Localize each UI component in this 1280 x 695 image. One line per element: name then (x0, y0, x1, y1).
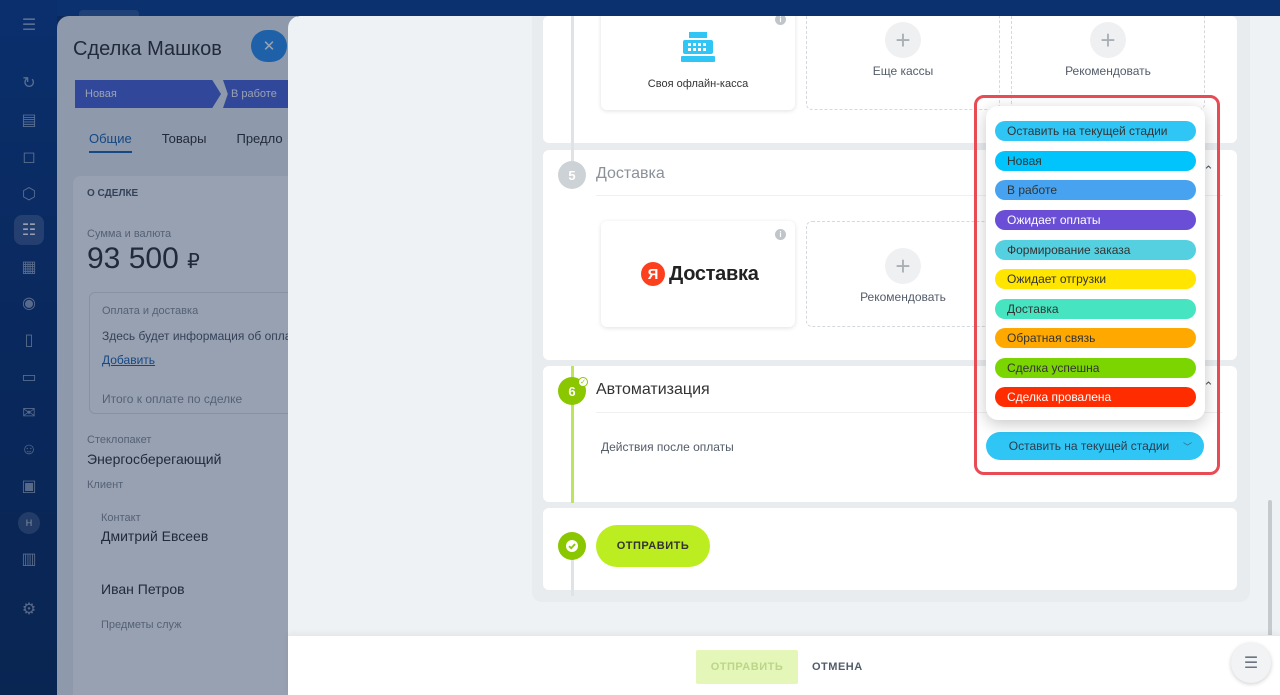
step-number-5: 5 (558, 161, 586, 189)
automation-title: Автоматизация (596, 381, 710, 398)
plus-icon: + (885, 248, 921, 284)
user-badge-icon[interactable]: Н (14, 508, 44, 538)
package-value: Энергосберегающий (87, 451, 222, 467)
app-sidebar: ☰ ↻ ▤ ◻ ⬡ ☷ ▦ ◉ ▯ ▭ ✉ ☺ ▣ Н ▥ ⚙ (0, 0, 57, 695)
plus-icon: + (1090, 22, 1126, 58)
activity-icon[interactable]: ↻ (14, 68, 44, 98)
timeline-line (571, 16, 574, 166)
yandex-delivery-tile[interactable]: i Я Доставка (601, 221, 795, 327)
scrollbar[interactable] (1268, 500, 1272, 640)
add-link[interactable]: Добавить (102, 353, 155, 367)
send-button[interactable]: ОТПРАВИТЬ (596, 525, 710, 567)
card-icon[interactable]: ▭ (14, 362, 44, 392)
more-label: Предметы служ (101, 619, 182, 631)
highlight-frame (974, 95, 1220, 475)
client-label: Клиент (87, 479, 124, 491)
footer-cancel-button[interactable]: ОТМЕНА (808, 650, 867, 684)
user-initial: Н (18, 512, 40, 534)
more-kassy-tile[interactable]: + Еще кассы (806, 16, 1000, 110)
recommend-delivery-tile[interactable]: + Рекомендовать (806, 221, 1000, 327)
calendar-icon[interactable]: ▦ (14, 252, 44, 282)
amount-number: 93 500 (87, 242, 179, 275)
plus-icon: + (885, 22, 921, 58)
contact-2[interactable]: Иван Петров (101, 581, 185, 597)
deal-title: Сделка Машков (73, 38, 222, 60)
chat-icon[interactable]: ◻ (14, 142, 44, 172)
deal-info-panel: О СДЕЛКЕ Сумма и валюта 93 500 ₽ Оплата … (73, 176, 297, 695)
payment-text: Здесь будет информация об опла (102, 329, 292, 343)
close-icon[interactable]: ✕ (251, 30, 287, 62)
menu-lines-icon[interactable]: ☰ (1231, 643, 1271, 683)
recommend-delivery-label: Рекомендовать (860, 290, 946, 304)
contacts-icon[interactable]: ☺ (14, 435, 44, 465)
contact-label: Контакт (101, 512, 141, 524)
currency-symbol: ₽ (187, 251, 200, 273)
send-card: ОТПРАВИТЬ (543, 508, 1237, 590)
check-circle-icon (558, 532, 586, 560)
own-kassa-tile[interactable]: i Своя офлайн-касса (601, 16, 795, 110)
payment-box: Оплата и доставка Здесь будет информация… (89, 292, 297, 414)
crm-funnel-icon[interactable]: ☷ (14, 215, 44, 245)
stage-in-progress[interactable]: В работе (223, 80, 297, 108)
yandex-letter: Я (641, 262, 665, 286)
footer-send-button[interactable]: ОТПРАВИТЬ (696, 650, 798, 684)
mail-icon[interactable]: ✉ (14, 398, 44, 428)
menu-icon[interactable]: ☰ (14, 10, 44, 40)
slider-footer: ОТПРАВИТЬ ОТМЕНА (288, 635, 1280, 695)
package-label: Стеклопакет (87, 434, 152, 446)
stage-new[interactable]: Новая (75, 80, 221, 108)
check-icon (566, 540, 578, 552)
tasks-icon[interactable]: ▤ (14, 105, 44, 135)
settings-icon[interactable]: ⚙ (14, 594, 44, 624)
section-title: О СДЕЛКЕ (87, 188, 139, 199)
contact-1[interactable]: Дмитрий Евсеев (101, 528, 208, 544)
document-icon[interactable]: ▯ (14, 325, 44, 355)
amount-value: 93 500 ₽ (87, 242, 200, 276)
hexagon-icon[interactable]: ⬡ (14, 179, 44, 209)
tab-offers[interactable]: Предло (236, 131, 282, 153)
recommend-kassa-label: Рекомендовать (1065, 64, 1151, 78)
delivery-title: Доставка (596, 165, 665, 182)
cash-register-icon (681, 32, 715, 62)
monitor-icon[interactable]: ▣ (14, 471, 44, 501)
yandex-delivery-logo: Я Доставка (641, 262, 759, 286)
deal-tabs: Общие Товары Предло (89, 131, 283, 153)
robot-icon[interactable]: ◉ (14, 288, 44, 318)
total-label: Итого к оплате по сделке (102, 392, 243, 406)
tab-products[interactable]: Товары (162, 131, 207, 153)
action-after-payment-label: Действия после оплаты (601, 440, 734, 454)
table-icon[interactable]: ▥ (14, 544, 44, 574)
payment-title: Оплата и доставка (102, 305, 199, 317)
top-bar (57, 0, 1280, 18)
amount-label: Сумма и валюта (87, 228, 172, 240)
deal-card: Сделка Машков ✕ Новая В работе Общие Тов… (57, 16, 297, 695)
tab-general[interactable]: Общие (89, 131, 132, 153)
more-kassy-label: Еще кассы (872, 64, 934, 78)
own-kassa-label: Своя офлайн-касса (647, 78, 749, 90)
check-icon: ✓ (578, 377, 588, 387)
info-icon[interactable]: i (775, 16, 786, 25)
yandex-word: Доставка (669, 262, 759, 285)
info-icon[interactable]: i (775, 229, 786, 240)
